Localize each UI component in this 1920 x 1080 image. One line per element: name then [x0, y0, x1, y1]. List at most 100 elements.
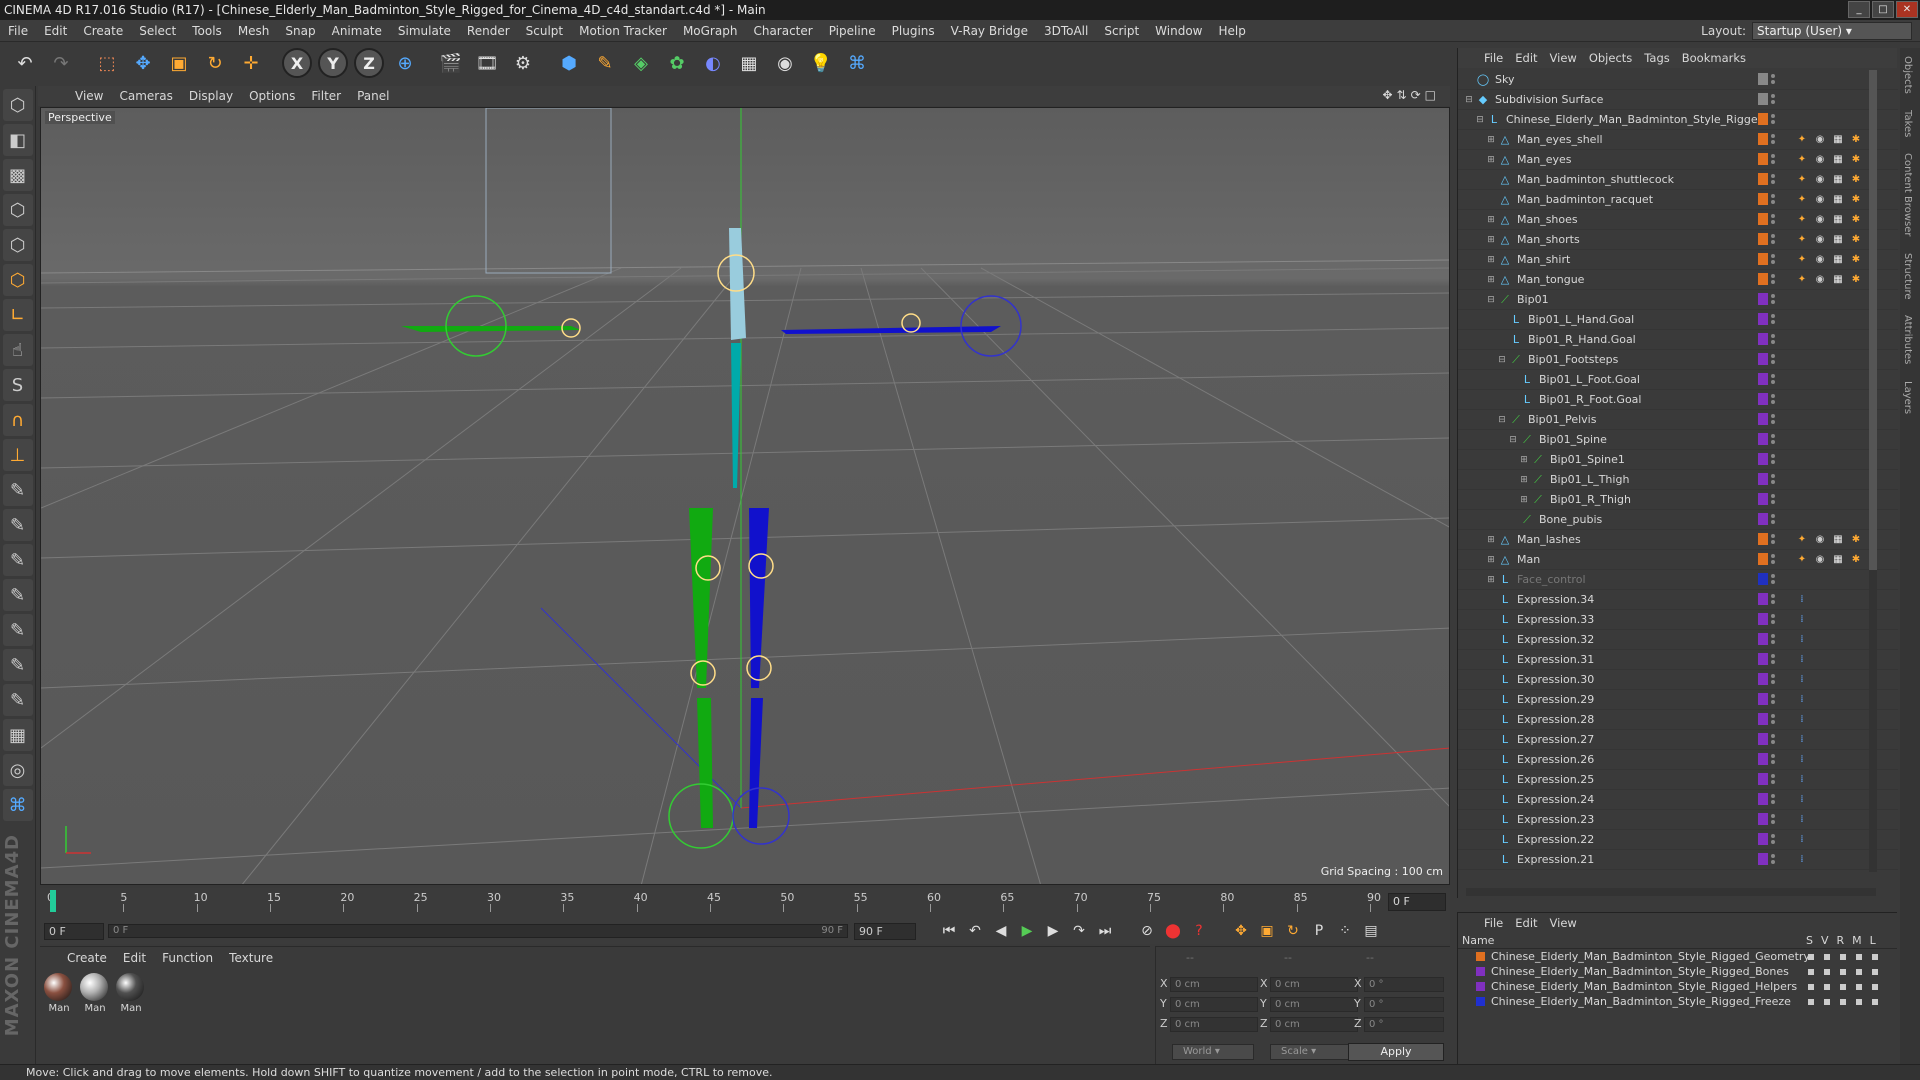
visibility-dots[interactable] — [1771, 754, 1775, 764]
object-menu-tags[interactable]: Tags — [1638, 51, 1675, 65]
menu-sculpt[interactable]: Sculpt — [518, 20, 571, 42]
editor-visibility-dot[interactable] — [1771, 494, 1775, 498]
layer-color-chip[interactable] — [1758, 413, 1768, 425]
texture-tag-icon[interactable]: ▦ — [1830, 132, 1846, 147]
render-visibility-dot[interactable] — [1771, 680, 1775, 684]
phong-tag-icon[interactable]: ✦ — [1794, 552, 1810, 567]
points-mode-icon[interactable]: ⬡ — [2, 194, 33, 226]
object-row[interactable]: L Bip01_R_Foot.Goal — [1458, 390, 1898, 410]
record-keys-icon[interactable]: ⊘ — [1134, 920, 1160, 942]
phong-tag-icon[interactable]: ✦ — [1794, 152, 1810, 167]
visibility-dots[interactable] — [1771, 134, 1775, 144]
object-row[interactable]: L Expression.24 ⁞ — [1458, 790, 1898, 810]
menu-simulate[interactable]: Simulate — [390, 20, 459, 42]
texture-mode-icon[interactable]: ◧ — [2, 124, 33, 156]
object-row[interactable]: L Expression.34 ⁞ — [1458, 590, 1898, 610]
layer-color-chip[interactable] — [1758, 553, 1768, 565]
layer-color-swatch[interactable] — [1476, 967, 1485, 976]
render-visibility-dot[interactable] — [1771, 520, 1775, 524]
layer-flag-toggle[interactable] — [1856, 998, 1862, 1005]
viewport-menu-options[interactable]: Options — [242, 89, 302, 103]
editor-visibility-dot[interactable] — [1771, 374, 1775, 378]
object-row[interactable]: △ Man_badminton_racquet ✦ ◉ ▦ ✱ — [1458, 190, 1898, 210]
size-mode-dropdown[interactable]: Scale ▾ — [1270, 1044, 1352, 1060]
object-row[interactable]: L Expression.23 ⁞ — [1458, 810, 1898, 830]
object-row[interactable]: ⊟ ◆ Subdivision Surface — [1458, 90, 1898, 110]
object-row[interactable]: ⊞ △ Man_shorts ✦ ◉ ▦ ✱ — [1458, 230, 1898, 250]
visibility-dots[interactable] — [1771, 834, 1775, 844]
visibility-dots[interactable] — [1771, 114, 1775, 124]
layer-color-chip[interactable] — [1758, 713, 1768, 725]
render-visibility-dot[interactable] — [1771, 840, 1775, 844]
texture-tag-icon[interactable]: ▦ — [1830, 152, 1846, 167]
layer-color-chip[interactable] — [1758, 233, 1768, 245]
render-visibility-dot[interactable] — [1771, 480, 1775, 484]
sculpt-brush-1-icon[interactable]: ✎ — [2, 474, 33, 506]
xpresso-tag-icon[interactable]: ⁞ — [1794, 812, 1810, 827]
expand-toggle-icon[interactable]: ⊞ — [1486, 275, 1496, 285]
texture-tag-icon[interactable]: ▦ — [1830, 172, 1846, 187]
viewport-menu-view[interactable]: View — [68, 89, 110, 103]
material-tag-icon[interactable]: ◉ — [1812, 272, 1828, 287]
xpresso-tag-icon[interactable]: ⁞ — [1794, 752, 1810, 767]
side-tab-structure[interactable]: Structure — [1900, 245, 1915, 308]
spline-pen-icon[interactable]: ✎ — [588, 46, 622, 80]
object-row[interactable]: ⊞ △ Man_shoes ✦ ◉ ▦ ✱ — [1458, 210, 1898, 230]
expand-toggle-icon[interactable]: ⊞ — [1486, 215, 1496, 225]
texture-tag-icon[interactable]: ▦ — [1830, 252, 1846, 267]
x-axis-button[interactable]: X — [282, 48, 312, 78]
next-key-icon[interactable]: ↷ — [1066, 920, 1092, 942]
object-row[interactable]: ⊞ L Face_control — [1458, 570, 1898, 590]
side-tab-attributes[interactable]: Attributes — [1900, 307, 1915, 372]
expand-toggle-icon[interactable]: ⊞ — [1519, 455, 1529, 465]
move-tool-icon[interactable]: ✛ — [234, 46, 268, 80]
key-scale-icon[interactable]: ▣ — [1254, 920, 1280, 942]
menu-file[interactable]: File — [0, 20, 36, 42]
texture-tag-icon[interactable]: ▦ — [1830, 272, 1846, 287]
editor-visibility-dot[interactable] — [1771, 774, 1775, 778]
visibility-dots[interactable] — [1771, 554, 1775, 564]
editor-visibility-dot[interactable] — [1771, 394, 1775, 398]
solo-icon[interactable]: ◎ — [2, 754, 33, 786]
editor-visibility-dot[interactable] — [1771, 534, 1775, 538]
timeline-ruler[interactable]: 051015202530354045505560657075808590 0 F — [40, 888, 1450, 918]
z-axis-button[interactable]: Z — [354, 48, 384, 78]
layer-row[interactable]: Chinese_Elderly_Man_Badminton_Style_Rigg… — [1458, 949, 1897, 964]
render-visibility-dot[interactable] — [1771, 320, 1775, 324]
render-visibility-dot[interactable] — [1771, 820, 1775, 824]
visibility-dots[interactable] — [1771, 454, 1775, 464]
side-tab-content-browser[interactable]: Content Browser — [1900, 145, 1915, 244]
visibility-dots[interactable] — [1771, 694, 1775, 704]
editor-visibility-dot[interactable] — [1771, 854, 1775, 858]
end-frame-field[interactable]: 90 F — [854, 922, 916, 940]
editor-visibility-dot[interactable] — [1771, 414, 1775, 418]
weight-tag-icon[interactable]: ✱ — [1848, 252, 1864, 267]
menu-tools[interactable]: Tools — [184, 20, 230, 42]
xpresso-tag-icon[interactable]: ⁞ — [1794, 772, 1810, 787]
editor-visibility-dot[interactable] — [1771, 694, 1775, 698]
editor-visibility-dot[interactable] — [1771, 714, 1775, 718]
key-pla-icon[interactable]: ⁘ — [1332, 920, 1358, 942]
floor-icon[interactable]: ▦ — [732, 46, 766, 80]
phong-tag-icon[interactable]: ✦ — [1794, 212, 1810, 227]
expand-toggle-icon[interactable]: ⊞ — [1486, 575, 1496, 585]
layer-flag-toggle[interactable] — [1824, 983, 1830, 990]
visibility-dots[interactable] — [1771, 254, 1775, 264]
undo-icon[interactable]: ↶ — [8, 46, 42, 80]
layer-color-chip[interactable] — [1758, 193, 1768, 205]
phong-tag-icon[interactable]: ✦ — [1794, 232, 1810, 247]
render-visibility-dot[interactable] — [1771, 660, 1775, 664]
expand-toggle-icon[interactable]: ⊞ — [1486, 155, 1496, 165]
menu-pipeline[interactable]: Pipeline — [821, 20, 884, 42]
apply-button[interactable]: Apply — [1348, 1043, 1444, 1061]
render-visibility-dot[interactable] — [1771, 740, 1775, 744]
object-row[interactable]: ⊟ ⟋ Bip01_Footsteps — [1458, 350, 1898, 370]
key-rotation-icon[interactable]: ↻ — [1280, 920, 1306, 942]
editor-visibility-dot[interactable] — [1771, 214, 1775, 218]
xpresso-tag-icon[interactable]: ⁞ — [1794, 672, 1810, 687]
move-icon[interactable]: ✥ — [126, 46, 160, 80]
object-menu-edit[interactable]: Edit — [1509, 51, 1543, 65]
viewport-menu-filter[interactable]: Filter — [304, 89, 348, 103]
editor-visibility-dot[interactable] — [1771, 274, 1775, 278]
visibility-dots[interactable] — [1771, 774, 1775, 784]
